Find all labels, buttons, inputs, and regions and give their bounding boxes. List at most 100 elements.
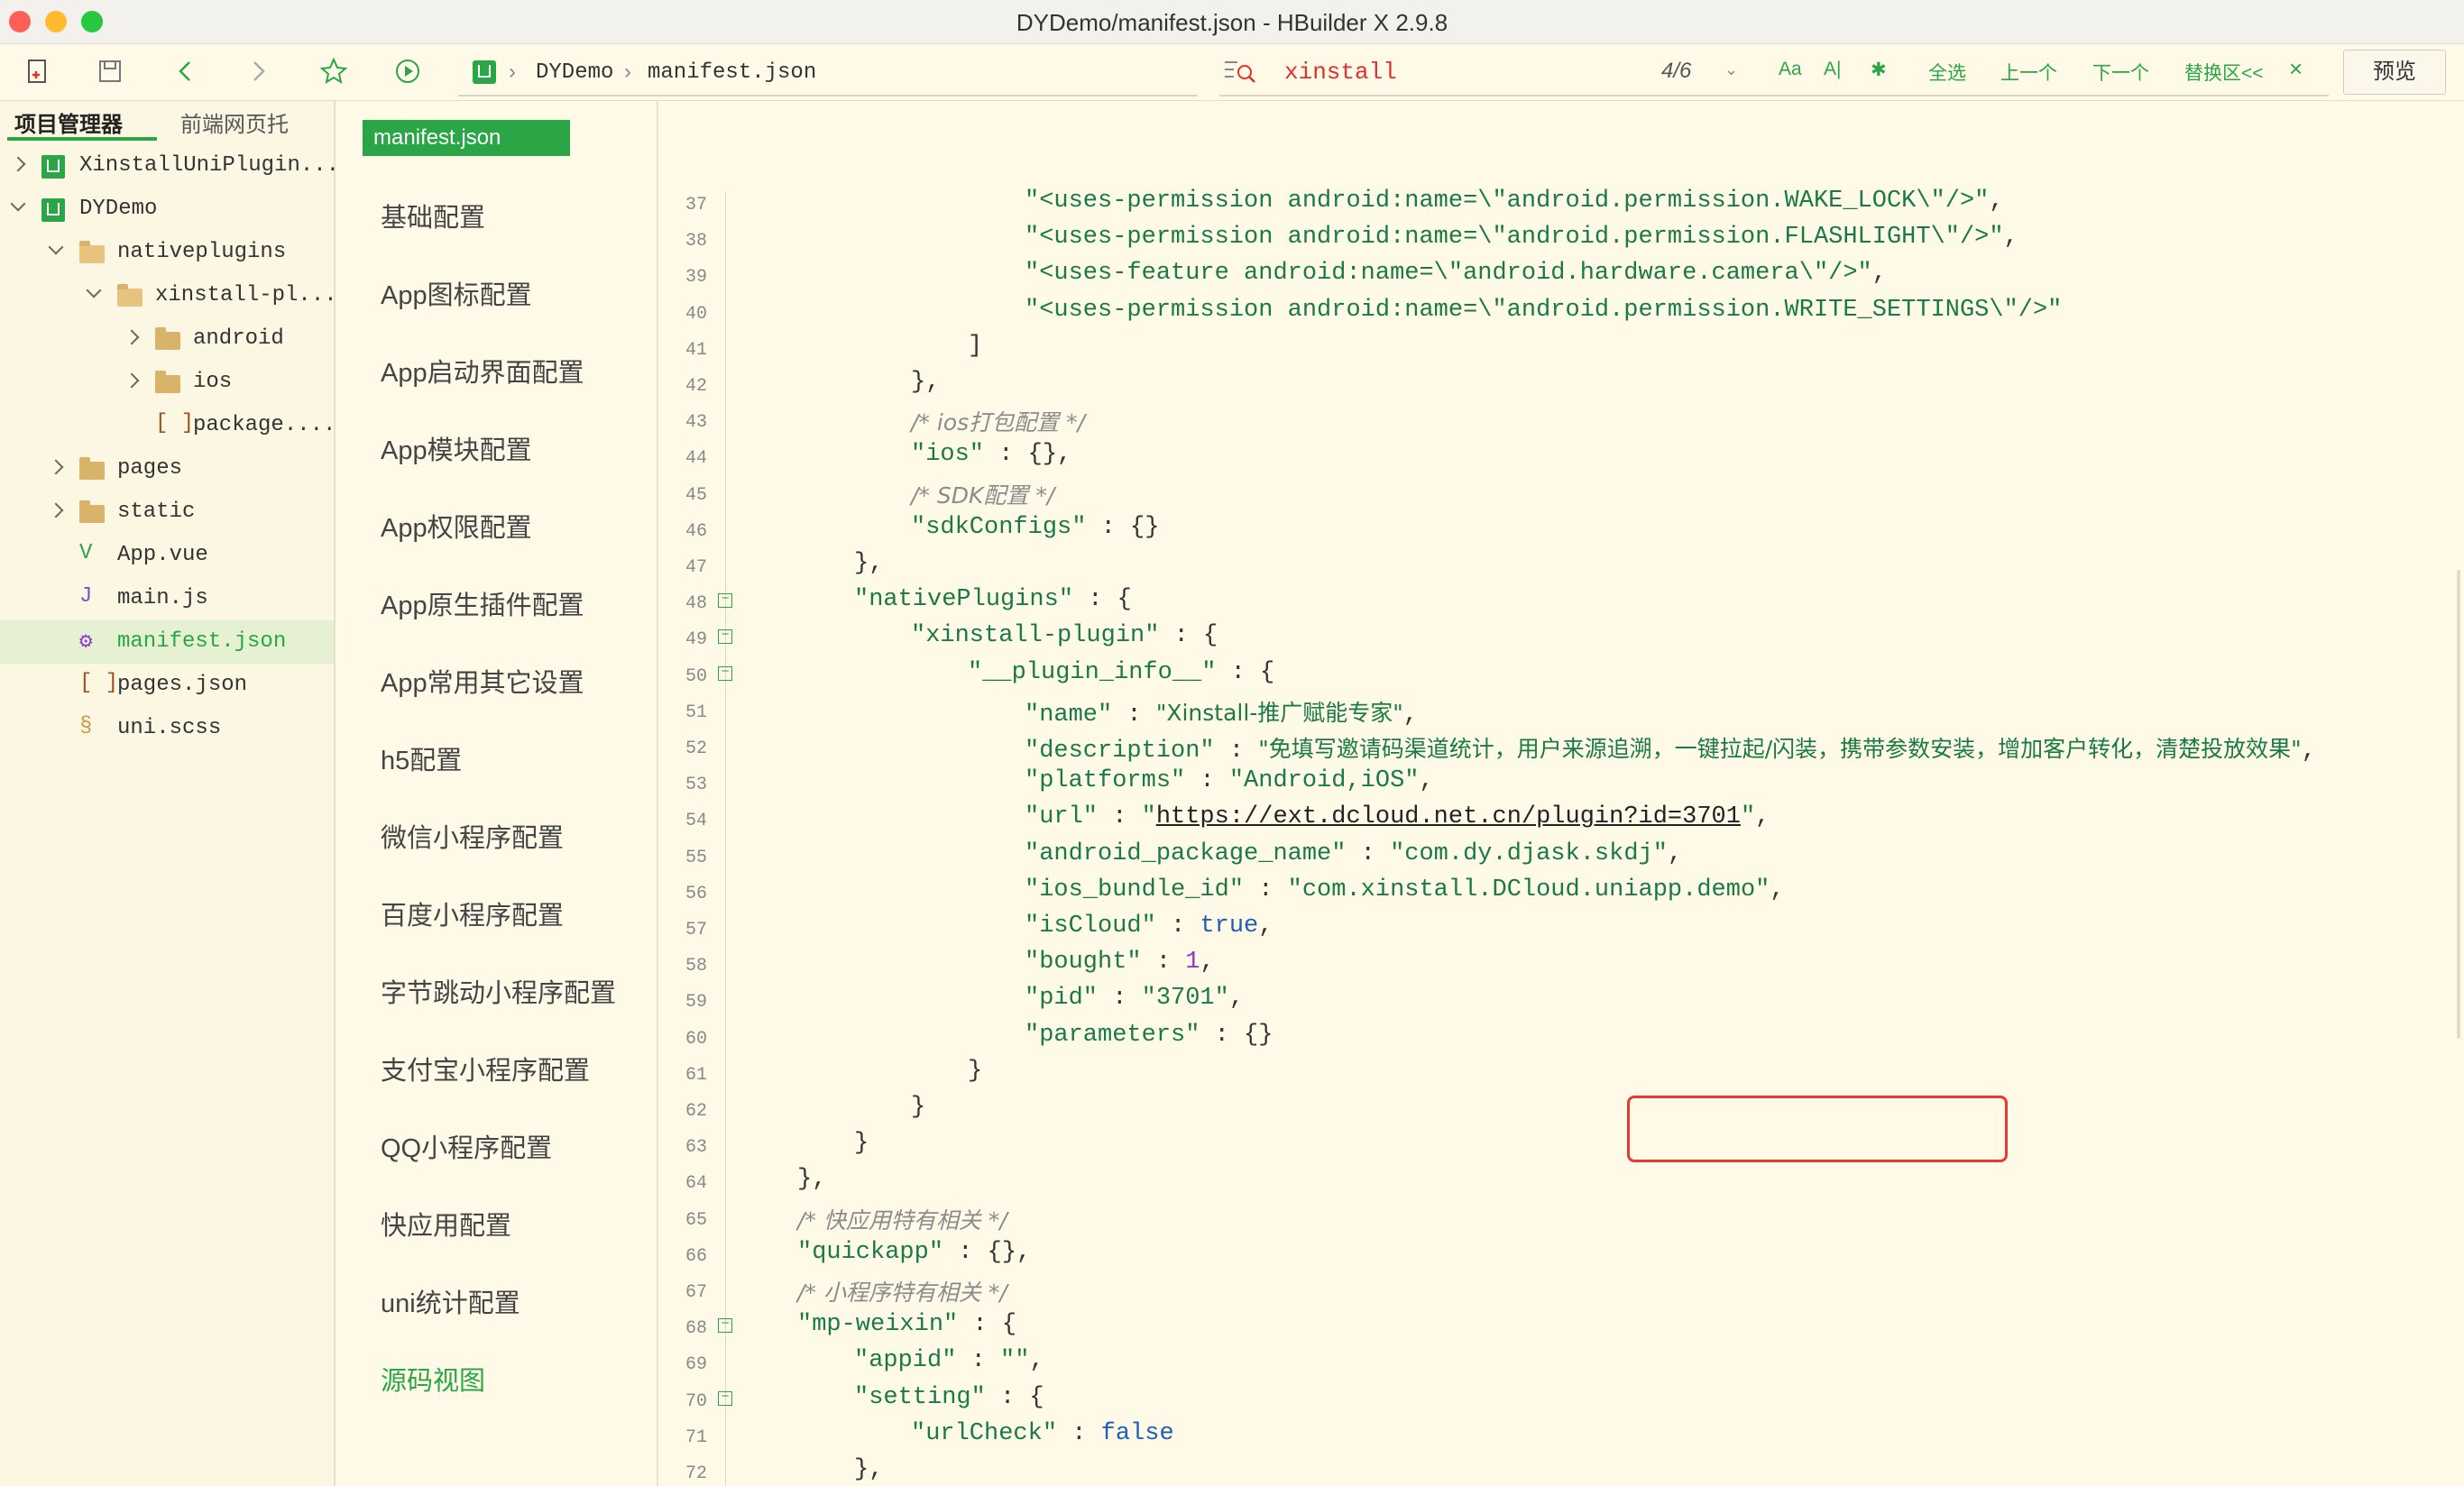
window-title: DYDemo/manifest.json - HBuilder X 2.9.8 (1016, 9, 1448, 36)
tab-project-manager[interactable]: 项目管理器 (14, 106, 123, 138)
fold-toggle-icon[interactable]: − (718, 1390, 732, 1406)
tree-item[interactable]: XinstallUniPlugin... (0, 144, 339, 188)
code-token: }, (854, 1456, 884, 1483)
fold-toggle-icon[interactable]: − (718, 1317, 732, 1334)
find-previous-button[interactable]: 上一个 (2000, 59, 2057, 86)
settings-nav-item[interactable]: App启动界面配置 (381, 352, 584, 390)
fold-toggle-icon[interactable]: − (718, 592, 732, 609)
editor-tab-manifest[interactable]: manifest.json (363, 120, 570, 156)
code-token: "<uses-permission android:name=\"android… (1025, 296, 2063, 324)
code-token: : (956, 1347, 1001, 1375)
line-number: 62 (685, 1101, 707, 1122)
settings-nav-item[interactable]: 字节跳动小程序配置 (381, 972, 616, 1010)
match-case-button[interactable]: Aa (1779, 59, 1802, 80)
chevron-right-icon[interactable] (10, 156, 26, 172)
line-number: 60 (685, 1028, 707, 1050)
settings-nav-item[interactable]: App模块配置 (381, 429, 532, 467)
code-token: "__plugin_info__" (968, 658, 1217, 686)
find-bar: 4/6 ⌄ Aa A| ✱ 全选 上一个 下一个 替换区<< × (1219, 50, 2329, 96)
settings-nav-item[interactable]: App权限配置 (381, 507, 532, 545)
folder-icon (79, 500, 105, 523)
code-token: "xinstall-plugin" (911, 622, 1160, 650)
tree-item[interactable]: nativeplugins (0, 231, 334, 274)
tab-web-hosting[interactable]: 前端网页托 (180, 106, 289, 138)
settings-nav-item[interactable]: App常用其它设置 (381, 662, 584, 700)
code-token: , (2003, 224, 2018, 252)
regex-button[interactable]: A| (1824, 59, 1841, 80)
tree-item[interactable]: DYDemo (0, 188, 334, 231)
find-next-button[interactable]: 下一个 (2092, 59, 2149, 86)
fold-toggle-icon[interactable]: − (718, 665, 732, 681)
search-input[interactable] (1284, 57, 1645, 87)
code-token: "isCloud" (1025, 913, 1156, 940)
preview-button[interactable]: 预览 (2343, 50, 2446, 95)
fold-toggle-icon[interactable]: − (718, 628, 732, 645)
sparkle-icon[interactable]: ✱ (1871, 59, 1887, 81)
code-token: "pid" (1025, 985, 1099, 1013)
replace-toggle-button[interactable]: 替换区<< (2184, 59, 2264, 86)
chevron-right-icon[interactable] (48, 502, 64, 518)
editor-scrollbar[interactable] (2453, 101, 2464, 1486)
code-token: "quickapp" (797, 1238, 944, 1266)
code-token: }, (797, 1166, 827, 1194)
back-icon[interactable] (168, 53, 204, 89)
tree-item-label: XinstallUniPlugin... (79, 153, 340, 178)
chevron-right-icon[interactable] (124, 372, 140, 389)
code-token: , (1755, 803, 1770, 831)
tree-item[interactable]: ios (0, 361, 334, 404)
line-number: 48 (685, 593, 707, 615)
tree-item[interactable]: [ ] package.... (0, 404, 336, 447)
settings-nav-item[interactable]: 百度小程序配置 (381, 894, 564, 932)
chevron-down-icon[interactable]: ⌄ (1724, 60, 1738, 79)
settings-nav-item[interactable]: 快应用配置 (381, 1205, 511, 1243)
settings-nav-item[interactable]: 源码视图 (381, 1360, 485, 1398)
tree-item[interactable]: ⚙ manifest.json (0, 620, 334, 664)
search-icon[interactable] (1223, 57, 1259, 92)
settings-nav-item[interactable]: 支付宝小程序配置 (381, 1050, 590, 1087)
code-token: true (1200, 913, 1259, 940)
tree-item[interactable]: xinstall-pl... (0, 274, 337, 317)
settings-nav-item[interactable]: App图标配置 (381, 274, 532, 312)
json-file-icon: [ ] (155, 411, 195, 436)
chevron-right-icon[interactable] (124, 329, 140, 345)
code-token: } (911, 1094, 926, 1121)
line-number: 58 (685, 956, 707, 977)
code-line: "mp-weixin" : { (797, 1311, 1016, 1338)
tree-item[interactable]: static (0, 491, 334, 534)
star-icon[interactable] (316, 53, 352, 89)
chevron-down-icon[interactable] (86, 282, 102, 298)
run-icon[interactable] (390, 53, 426, 89)
tree-item[interactable]: Jmain.js (0, 577, 334, 620)
tree-item-label: static (117, 500, 196, 524)
close-search-button[interactable]: × (2289, 55, 2303, 83)
tree-item[interactable]: pages (0, 447, 334, 491)
breadcrumb-project[interactable]: DYDemo (536, 60, 613, 85)
tree-item[interactable]: [ ] pages.json (0, 664, 334, 707)
chevron-down-icon[interactable] (10, 196, 26, 212)
code-token: "<uses-permission android:name=\"android… (1025, 224, 2004, 252)
scrollbar-thumb[interactable] (2457, 570, 2460, 1039)
settings-nav-item[interactable]: h5配置 (381, 739, 462, 777)
code-line: /* 快应用特有相关 */ (797, 1203, 1007, 1236)
settings-nav-item[interactable]: App原生插件配置 (381, 584, 584, 622)
select-all-button[interactable]: 全选 (1928, 59, 1966, 86)
tree-item[interactable]: § uni.scss (0, 707, 334, 750)
settings-nav-item[interactable]: 基础配置 (381, 197, 485, 234)
code-token: "Android,iOS" (1228, 767, 1420, 795)
tree-item-label: App.vue (117, 543, 208, 567)
settings-nav-item[interactable]: 微信小程序配置 (381, 817, 564, 855)
code-token: : (1155, 913, 1200, 940)
tree-item[interactable]: android (0, 317, 334, 361)
js-file-icon: J (79, 584, 93, 609)
forward-icon[interactable] (240, 53, 276, 89)
save-icon[interactable] (92, 53, 128, 89)
code-token[interactable]: https://ext.dcloud.net.cn/plugin?id=3701 (1156, 803, 1741, 830)
new-file-icon[interactable] (20, 53, 56, 89)
settings-nav-item[interactable]: uni统计配置 (381, 1282, 520, 1320)
tree-item[interactable]: V App.vue (0, 534, 334, 577)
breadcrumb-file[interactable]: manifest.json (648, 60, 816, 85)
settings-nav-item[interactable]: QQ小程序配置 (381, 1127, 552, 1165)
code-editor[interactable]: 37 "<uses-permission android:name=\"andro… (658, 101, 2453, 1486)
chevron-down-icon[interactable] (48, 239, 64, 255)
chevron-right-icon[interactable] (48, 459, 64, 475)
